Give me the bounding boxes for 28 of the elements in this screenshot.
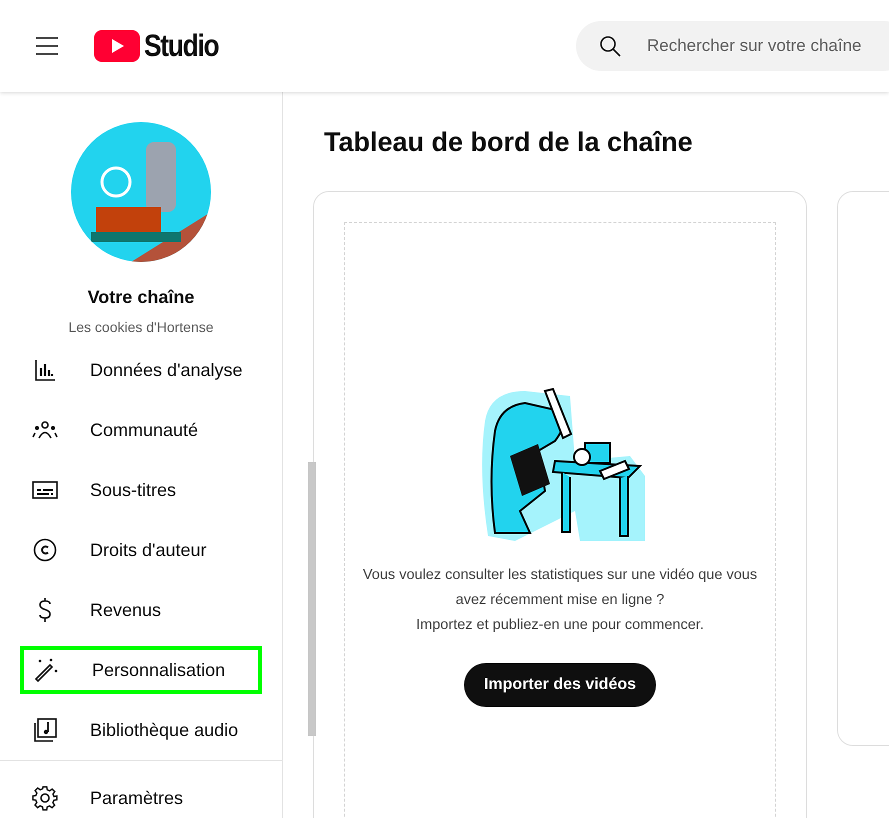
upload-videos-button[interactable]: Importer des vidéos [464,663,656,707]
settings-icon [32,785,58,811]
search-field[interactable]: Rechercher sur votre chaîne [576,21,889,71]
logo-text: Studio [144,26,218,65]
people-icon [32,419,58,441]
search-icon [598,34,622,58]
empty-state-message: Vous voulez consulter les statistiques sur une vidéo que vous avez récemment mise en ligne ? [362,566,758,610]
play-logo-icon [94,30,140,62]
page-title: Tableau de bord de la chaîne [324,126,694,158]
menu-icon[interactable] [35,34,59,58]
channel-heading: Votre chaîne [88,286,194,309]
copyright-icon [33,538,57,562]
analytics-icon [33,358,57,382]
sidebar-item[interactable]: Paramètres [0,761,282,818]
empty-state-hint: Importez et publiez-en une pour commencer. [416,616,704,635]
music-library-icon [33,718,57,742]
channel-name: Les cookies d'Hortense [68,318,214,337]
sidebar-item[interactable]: Droits d'auteur [0,520,282,580]
sidebar-item[interactable]: Sous-titres [0,460,282,520]
sidebar-item[interactable]: Données d'analyse [0,340,282,400]
magic-wand-icon [34,658,60,682]
scrollbar[interactable] [308,462,316,736]
subtitles-icon [32,480,58,500]
sidebar-item[interactable]: Personnalisation [20,646,262,694]
sidebar-item[interactable]: Communauté [0,400,282,460]
sidebar-item[interactable]: Revenus [0,580,282,640]
dollar-icon [37,597,53,623]
sidebar-item[interactable]: Bibliothèque audio [0,700,282,760]
